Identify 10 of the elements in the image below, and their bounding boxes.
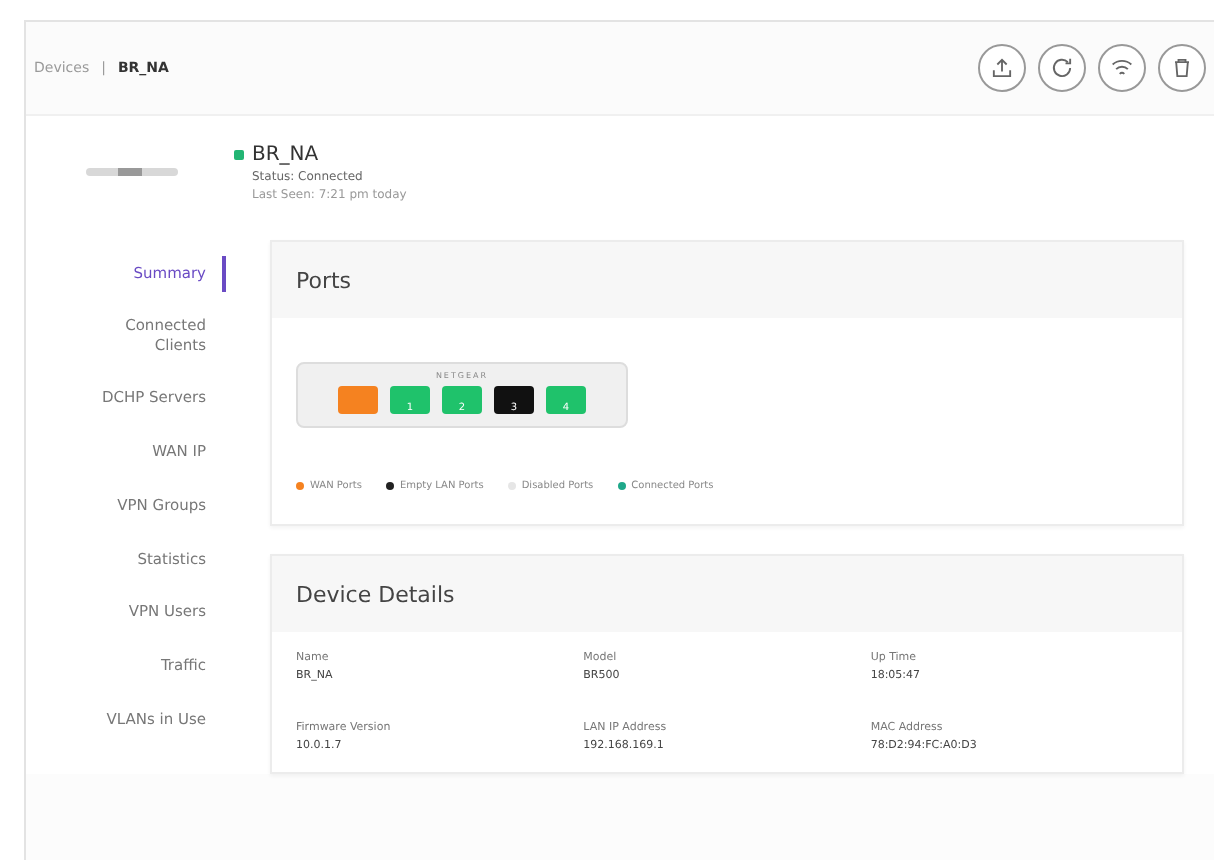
card-title: Device Details — [296, 581, 455, 607]
refresh-icon — [1048, 54, 1076, 82]
upload-button[interactable] — [978, 44, 1026, 92]
refresh-button[interactable] — [1038, 44, 1086, 92]
upload-icon — [988, 54, 1016, 82]
delete-button[interactable] — [1158, 44, 1206, 92]
wifi-button[interactable] — [1098, 44, 1146, 92]
router-image-icon — [86, 164, 178, 180]
device-name: BR_NA — [252, 143, 319, 165]
card-title: Ports — [296, 267, 352, 293]
